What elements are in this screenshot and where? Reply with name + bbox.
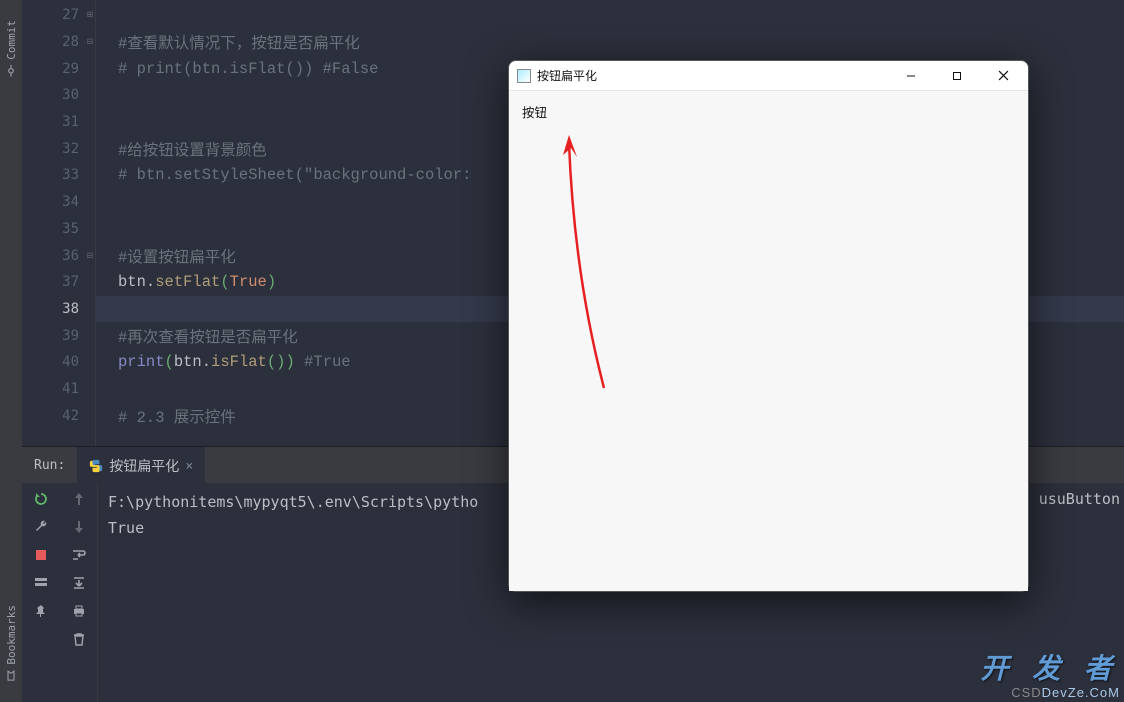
line-number[interactable]: 30 [62, 87, 79, 103]
close-button[interactable] [980, 61, 1026, 91]
bookmarks-tool-label[interactable]: Bookmarks [5, 605, 18, 682]
window-body: 按钮 [509, 91, 1028, 591]
window-titlebar[interactable]: 按钮扁平化 [509, 61, 1028, 91]
commit-icon [5, 65, 17, 77]
arrow-down-icon[interactable] [71, 519, 87, 535]
left-tool-sidebar: Commit Bookmarks [0, 0, 22, 702]
minimize-button[interactable] [888, 61, 934, 91]
line-number[interactable]: 37 [62, 274, 79, 290]
rerun-icon[interactable] [33, 491, 49, 507]
run-toolbar-primary [22, 483, 60, 702]
line-number[interactable]: 34 [62, 194, 79, 210]
run-tab-label: 按钮扁平化 [109, 456, 179, 476]
line-number[interactable]: 39 [62, 328, 79, 344]
print-icon[interactable] [71, 603, 87, 619]
stop-icon[interactable] [33, 547, 49, 563]
line-number[interactable]: 33 [62, 167, 79, 183]
line-number[interactable]: 32 [62, 141, 79, 157]
run-panel-title: Run: [22, 458, 77, 473]
watermark: 开 发 者 CSDDevZe.CoM [980, 647, 1120, 700]
arrow-up-icon[interactable] [71, 491, 87, 507]
line-number[interactable]: 41 [62, 381, 79, 397]
commit-label-text: Commit [5, 20, 18, 60]
line-number[interactable]: 35 [62, 221, 79, 237]
bookmarks-label-text: Bookmarks [5, 605, 18, 665]
commit-tool-label[interactable]: Commit [5, 20, 18, 77]
line-number[interactable]: 29 [62, 61, 79, 77]
app-window: 按钮扁平化 按钮 [508, 60, 1029, 592]
annotation-arrow [559, 133, 619, 393]
fold-open-icon[interactable]: ⊟ [87, 37, 93, 48]
line-number[interactable]: 27 [62, 7, 79, 23]
run-tab[interactable]: 按钮扁平化 × [77, 447, 205, 483]
fold-close-icon[interactable]: ⊞ [87, 10, 93, 21]
trash-icon[interactable] [71, 631, 87, 647]
run-toolbar-secondary [60, 483, 98, 702]
code-line[interactable] [96, 2, 1124, 29]
editor-gutter[interactable]: 27 ⊞ 28 ⊟ 29 30 31 32 33 34 35 36 ⊟ 37 38 39 40 41 42 [22, 0, 96, 446]
scroll-to-end-icon[interactable] [71, 575, 87, 591]
console-right-fragment: usuButton [1039, 490, 1120, 508]
line-number[interactable]: 36 [62, 248, 79, 264]
fold-open-icon[interactable]: ⊟ [87, 250, 93, 261]
bookmarks-icon [5, 670, 17, 682]
line-number[interactable]: 31 [62, 114, 79, 130]
watermark-big: 开 发 者 [980, 647, 1120, 687]
python-icon [89, 459, 103, 473]
line-number[interactable]: 38 [62, 301, 79, 317]
watermark-small: CSDDevZe.CoM [980, 685, 1120, 700]
window-title: 按钮扁平化 [537, 67, 888, 84]
code-line[interactable]: #查看默认情况下，按钮是否扁平化 [96, 29, 1124, 56]
flat-pushbutton[interactable]: 按钮 [519, 101, 550, 122]
line-number[interactable]: 42 [62, 408, 79, 424]
soft-wrap-icon[interactable] [71, 547, 87, 563]
wrench-icon[interactable] [33, 519, 49, 535]
maximize-button[interactable] [934, 61, 980, 91]
window-icon [517, 69, 531, 83]
line-number[interactable]: 40 [62, 354, 79, 370]
layout-icon[interactable] [33, 575, 49, 591]
close-icon[interactable]: × [185, 459, 193, 474]
pin-icon[interactable] [33, 603, 49, 619]
line-number[interactable]: 28 [62, 34, 79, 50]
